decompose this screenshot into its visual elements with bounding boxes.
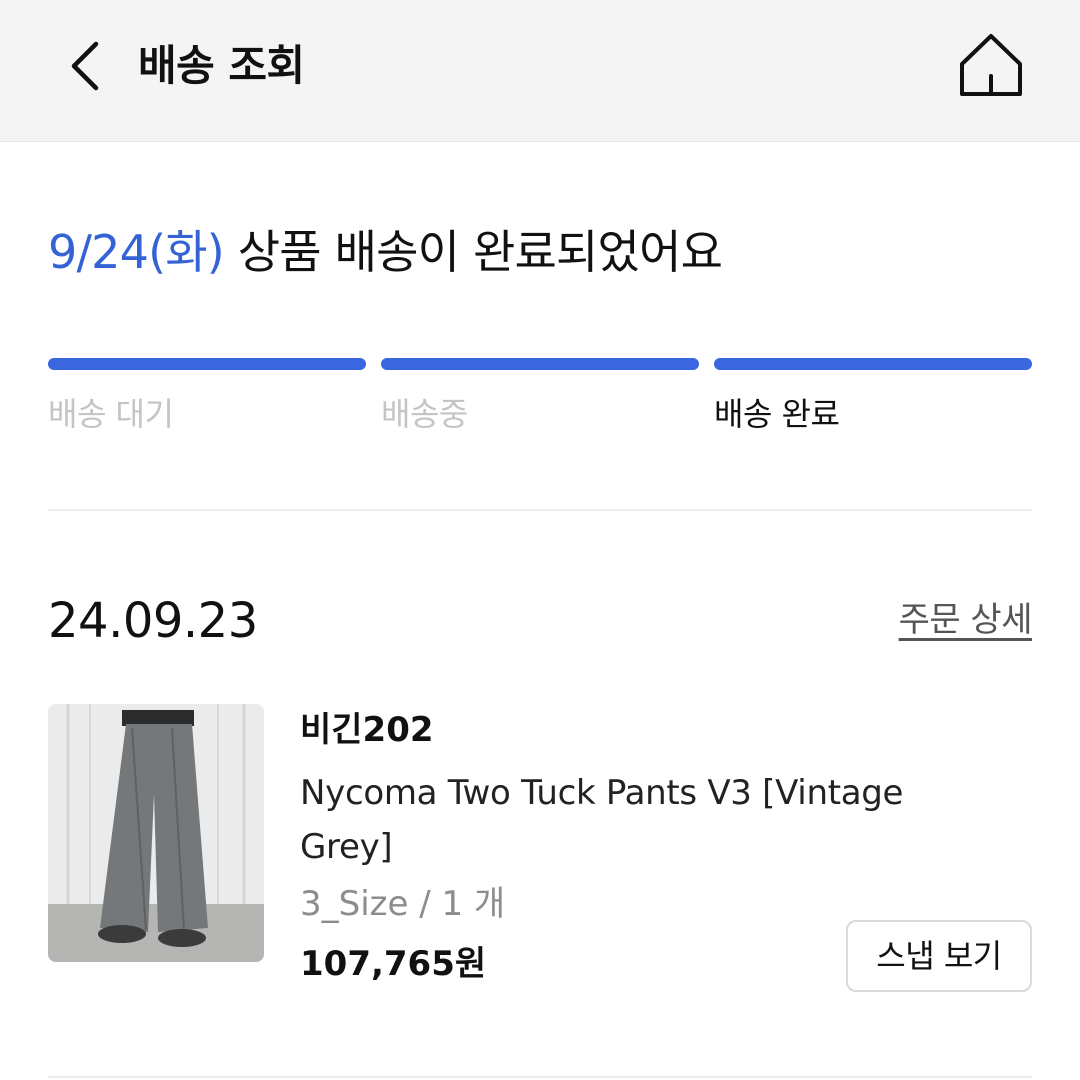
snap-view-button[interactable]: 스냅 보기 — [846, 920, 1032, 992]
delivery-progress: 배송 대기 배송중 배송 완료 — [48, 358, 1032, 438]
section-divider — [48, 509, 1032, 511]
progress-step-label: 배송 완료 — [714, 395, 840, 433]
progress-bar-segment — [381, 358, 699, 370]
home-icon — [960, 34, 1022, 96]
progress-step-shipping: 배송중 — [381, 358, 699, 436]
delivery-date: 9/24(화) — [48, 225, 225, 279]
product-thumbnail[interactable] — [48, 704, 264, 962]
order-detail-link[interactable]: 주문 상세 — [899, 596, 1033, 644]
section-divider — [48, 1076, 1032, 1078]
delivery-message: 상품 배송이 완료되었어요 — [237, 225, 723, 279]
progress-step-waiting: 배송 대기 — [48, 358, 366, 436]
product-brand: 비긴202 — [300, 710, 434, 750]
back-button[interactable] — [60, 34, 120, 98]
progress-step-label: 배송중 — [381, 395, 468, 433]
progress-step-delivered: 배송 완료 — [714, 358, 1032, 436]
product-option: 3_Size / 1 개 — [300, 884, 506, 924]
order-date: 24.09.23 — [48, 593, 258, 649]
top-app-bar: 배송 조회 — [0, 0, 1080, 142]
page-title: 배송 조회 — [138, 41, 305, 90]
progress-bar-segment — [48, 358, 366, 370]
home-button[interactable] — [956, 30, 1026, 102]
chevron-left-icon — [71, 41, 99, 91]
product-name[interactable]: Nycoma Two Tuck Pants V3 [Vintage Grey] — [300, 766, 1000, 874]
product-image — [48, 704, 264, 962]
progress-step-label: 배송 대기 — [48, 395, 174, 433]
product-price: 107,765원 — [300, 944, 487, 984]
delivery-status-headline: 9/24(화) 상품 배송이 완료되었어요 — [48, 222, 723, 282]
progress-bar-segment — [714, 358, 1032, 370]
